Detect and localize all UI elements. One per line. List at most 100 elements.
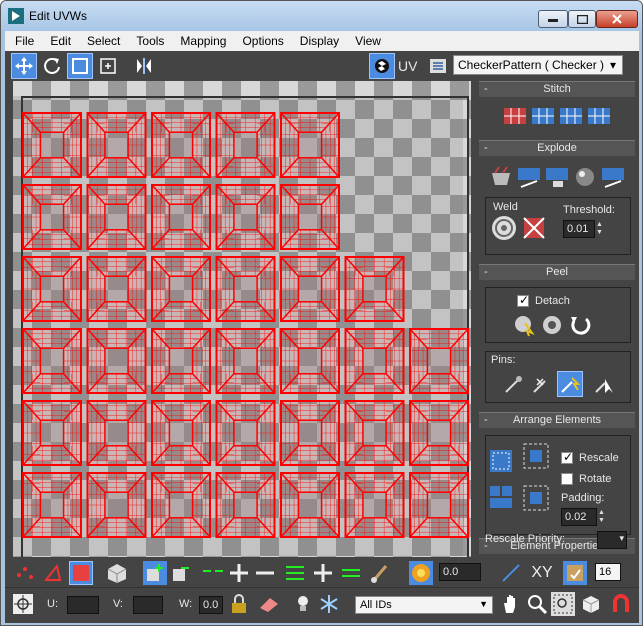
rescale-checkbox[interactable] <box>561 450 573 464</box>
quick-peel-icon[interactable] <box>513 313 537 337</box>
uv-element[interactable] <box>344 400 405 466</box>
uv-axis-label[interactable]: UV <box>398 58 417 74</box>
sphere-icon[interactable] <box>573 165 597 189</box>
detach-edge-icon[interactable] <box>517 165 541 189</box>
grow-selection-button[interactable] <box>143 561 167 585</box>
mirror-tool-button[interactable] <box>131 53 157 79</box>
uv-element[interactable] <box>151 328 211 394</box>
shrink-selection-button[interactable] <box>169 561 193 585</box>
uv-editor-viewport[interactable] <box>13 81 471 557</box>
arrange-rollout-header[interactable]: - Arrange Elements <box>479 412 635 428</box>
weld-target-icon[interactable] <box>491 215 517 241</box>
select-pins-icon[interactable] <box>593 373 615 395</box>
unpin-icon[interactable] <box>531 373 553 395</box>
filter-selected-faces-button[interactable] <box>257 592 281 616</box>
uv-element[interactable] <box>86 472 147 538</box>
menu-options[interactable]: Options <box>232 34 289 48</box>
material-id-dropdown[interactable]: All IDs ▼ <box>355 596 493 614</box>
stitch-to-source-icon[interactable] <box>559 104 583 128</box>
stitch-rollout-header[interactable]: - Stitch <box>479 81 635 97</box>
uv-element[interactable] <box>280 400 340 466</box>
grid-size-spinner[interactable]: 16 <box>595 563 621 581</box>
uv-element[interactable] <box>151 184 211 250</box>
snap-button[interactable] <box>609 592 633 616</box>
rescale-priority-dropdown[interactable]: ▾ <box>597 531 627 549</box>
uv-element[interactable] <box>86 184 147 250</box>
soft-select-spinner[interactable]: 0.0 <box>439 563 481 581</box>
rotate-checkbox[interactable] <box>561 473 573 485</box>
uv-element[interactable] <box>151 472 211 538</box>
move-tool-button[interactable] <box>11 53 37 79</box>
spinner-arrows-icon[interactable]: ▲ ▼ <box>596 221 608 237</box>
stitch-to-average-icon[interactable] <box>531 104 555 128</box>
uv-element[interactable] <box>151 256 211 322</box>
weld-selected-icon[interactable] <box>521 215 547 241</box>
uv-element[interactable] <box>280 184 340 250</box>
shrink-ring-button[interactable] <box>339 561 363 585</box>
uv-element[interactable] <box>215 184 276 250</box>
menu-view[interactable]: View <box>345 34 387 48</box>
flatten-icon[interactable] <box>545 165 569 189</box>
v-spinner[interactable] <box>133 596 163 614</box>
explode-rollout-header[interactable]: - Explode <box>479 140 635 156</box>
zoom-extents-button[interactable] <box>579 592 603 616</box>
uv-options-button[interactable] <box>425 53 451 79</box>
shrink-loop-button[interactable] <box>253 561 277 585</box>
xy-space-button[interactable]: XY <box>527 561 557 585</box>
uv-element[interactable] <box>215 256 276 322</box>
uv-element[interactable] <box>215 472 276 538</box>
loop-button[interactable] <box>201 561 225 585</box>
menu-select[interactable]: Select <box>77 34 126 48</box>
scale-tool-button[interactable] <box>67 53 93 79</box>
ring-button[interactable] <box>283 561 307 585</box>
minimize-button[interactable] <box>538 10 568 28</box>
uv-element[interactable] <box>86 256 147 322</box>
uv-element[interactable] <box>344 256 405 322</box>
uv-element[interactable] <box>22 184 82 250</box>
freeform-tool-button[interactable] <box>95 53 121 79</box>
pack-together-icon[interactable] <box>523 443 549 469</box>
explode-custom-icon[interactable] <box>601 165 625 189</box>
element-mode-button[interactable] <box>105 561 129 585</box>
uv-element[interactable] <box>151 400 211 466</box>
uv-element[interactable] <box>409 328 469 394</box>
uv-element[interactable] <box>86 400 147 466</box>
rotate-tool-button[interactable] <box>39 53 65 79</box>
peel-rollout-header[interactable]: - Peel <box>479 264 635 280</box>
uv-element[interactable] <box>22 256 82 322</box>
reset-peel-icon[interactable] <box>569 313 593 337</box>
auto-pin-button[interactable] <box>557 371 583 397</box>
lock-selection-button[interactable] <box>227 592 251 616</box>
edge-mode-button[interactable] <box>41 561 65 585</box>
soft-select-button[interactable] <box>409 561 433 585</box>
uv-element[interactable] <box>215 112 276 178</box>
zoom-region-button[interactable] <box>551 592 575 616</box>
menu-edit[interactable]: Edit <box>40 34 77 48</box>
grow-ring-button[interactable] <box>311 561 335 585</box>
pack-rescale-icon[interactable] <box>523 485 549 511</box>
pan-button[interactable] <box>499 592 523 616</box>
soft-select-falloff-button[interactable] <box>499 561 523 585</box>
polygon-mode-button[interactable] <box>69 561 93 585</box>
menu-tools[interactable]: Tools <box>126 34 170 48</box>
padding-spinner[interactable]: 0.02 ▲ ▼ <box>561 508 605 526</box>
w-spinner[interactable]: 0.0 <box>199 596 223 614</box>
menu-file[interactable]: File <box>5 34 40 48</box>
uv-element[interactable] <box>22 112 82 178</box>
stitch-custom-icon[interactable] <box>587 104 611 128</box>
threshold-spinner[interactable]: 0.01 ▲ ▼ <box>563 220 603 238</box>
uv-element[interactable] <box>151 112 211 178</box>
spinner-arrows-icon[interactable]: ▲ ▼ <box>598 509 610 525</box>
uv-element[interactable] <box>280 328 340 394</box>
uv-element[interactable] <box>86 328 147 394</box>
uv-element[interactable] <box>22 472 82 538</box>
u-spinner[interactable] <box>67 596 99 614</box>
pin-icon[interactable] <box>503 373 525 395</box>
paint-select-button[interactable] <box>369 561 393 585</box>
pack-normalize-icon[interactable] <box>489 485 513 509</box>
texel-lock-button[interactable] <box>563 561 587 585</box>
show-map-button[interactable] <box>369 53 395 79</box>
uv-cells-canvas[interactable] <box>13 81 471 557</box>
absolute-mode-button[interactable] <box>11 592 35 616</box>
uv-element[interactable] <box>22 400 82 466</box>
